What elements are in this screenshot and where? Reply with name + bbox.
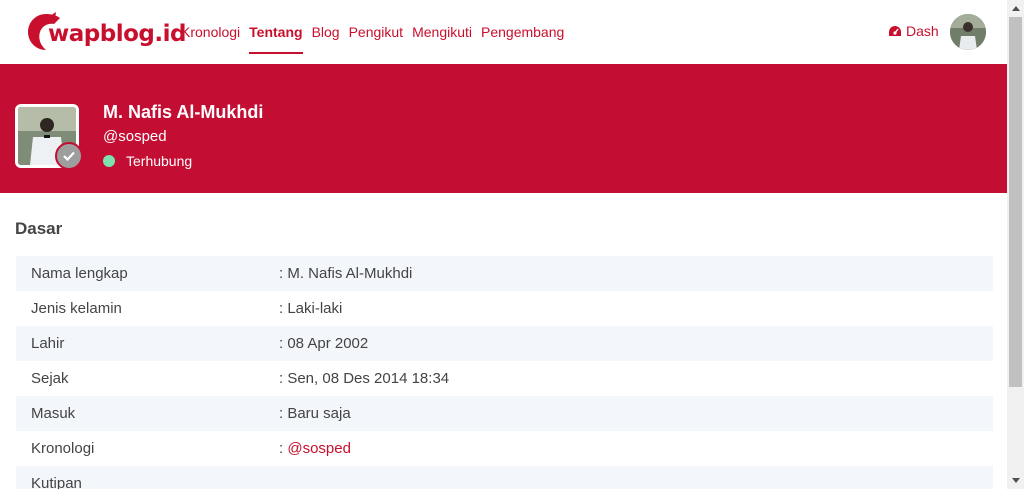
row-value: : M. Nafis Al-Mukhdi <box>279 265 413 282</box>
profile-handle: @sosped <box>103 128 167 145</box>
logo[interactable]: wapblog.id <box>26 12 186 52</box>
table-row: Kutipan <box>16 466 993 489</box>
vertical-scrollbar[interactable] <box>1007 0 1024 489</box>
dash-label: Dash <box>906 23 939 39</box>
status-label: Terhubung <box>126 153 193 169</box>
kronologi-link[interactable]: @sosped <box>287 440 351 457</box>
table-row: Jenis kelamin : Laki-laki <box>16 291 993 326</box>
online-status: Terhubung <box>103 153 192 169</box>
nav-blog[interactable]: Blog <box>312 0 340 64</box>
nav-mengikuti[interactable]: Mengikuti <box>412 0 472 64</box>
row-label: Sejak <box>31 370 69 387</box>
nav-tentang[interactable]: Tentang <box>249 0 303 64</box>
scroll-up-arrow-icon[interactable] <box>1007 0 1024 17</box>
section-title: Dasar <box>15 219 63 238</box>
status-dot-icon <box>103 155 115 167</box>
row-value: : Baru saja <box>279 405 351 422</box>
avatar-photo-icon <box>950 14 986 50</box>
page: wapblog.id Kronologi Tentang Blog Pengik… <box>0 0 1007 489</box>
scroll-thumb[interactable] <box>1009 17 1022 387</box>
row-value: : 08 Apr 2002 <box>279 335 369 352</box>
row-label: Nama lengkap <box>31 265 128 282</box>
row-value: : Laki-laki <box>279 300 343 317</box>
row-value: : Sen, 08 Des 2014 18:34 <box>279 370 450 387</box>
logo-text: wapblog.id <box>48 21 186 47</box>
scroll-down-arrow-icon[interactable] <box>1007 472 1024 489</box>
info-table: Nama lengkap : M. Nafis Al-Mukhdi Jenis … <box>16 256 993 489</box>
profile-name: M. Nafis Al-Mukhdi <box>103 102 264 122</box>
verified-badge-icon <box>55 142 83 170</box>
table-row: Lahir : 08 Apr 2002 <box>16 326 993 361</box>
row-label: Jenis kelamin <box>31 300 122 317</box>
nav-pengembang[interactable]: Pengembang <box>481 0 564 64</box>
nav-pengikut[interactable]: Pengikut <box>349 0 403 64</box>
top-navbar: wapblog.id Kronologi Tentang Blog Pengik… <box>0 0 1007 64</box>
row-label: Kronologi <box>31 440 95 457</box>
table-row: Sejak : Sen, 08 Des 2014 18:34 <box>16 361 993 396</box>
dash-link[interactable]: Dash <box>888 23 939 39</box>
table-row: Nama lengkap : M. Nafis Al-Mukhdi <box>16 256 993 291</box>
nav-kronologi[interactable]: Kronologi <box>181 0 240 64</box>
dashboard-gauge-icon <box>889 26 901 36</box>
table-row: Kronologi : @sosped <box>16 431 993 466</box>
row-label: Masuk <box>31 405 76 422</box>
user-avatar[interactable] <box>950 14 986 50</box>
main-nav: Kronologi Tentang Blog Pengikut Mengikut… <box>181 0 573 64</box>
row-label: Kutipan <box>31 475 82 489</box>
row-label: Lahir <box>31 335 65 352</box>
row-value: : @sosped <box>279 440 993 457</box>
profile-banner: M. Nafis Al-Mukhdi @sosped Terhubung <box>0 64 1007 193</box>
table-row: Masuk : Baru saja <box>16 396 993 431</box>
